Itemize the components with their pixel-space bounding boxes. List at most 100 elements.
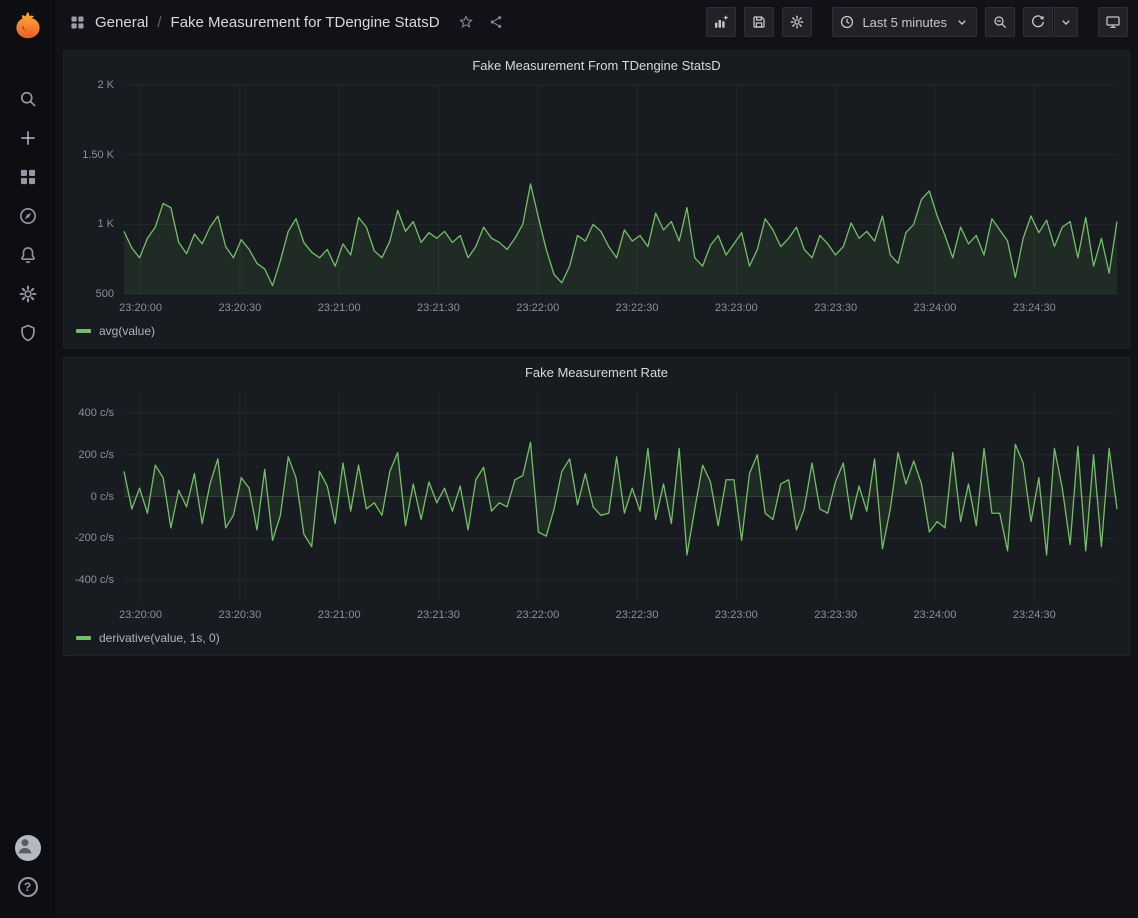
server-admin-shield-icon (18, 323, 38, 343)
x-tick-label: 23:24:30 (1013, 609, 1056, 621)
sidebar-item-profile[interactable] (0, 828, 55, 867)
configuration-gear-icon (18, 284, 38, 304)
time-range-label: Last 5 minutes (862, 15, 947, 30)
sidebar-item-server-admin[interactable] (0, 313, 55, 352)
panel-title: Fake Measurement Rate (525, 365, 668, 380)
y-tick-label: -400 c/s (75, 574, 114, 586)
dashboard-settings-button[interactable] (782, 7, 812, 37)
legend-series-label[interactable]: derivative(value, 1s, 0) (99, 631, 220, 645)
sidebar-item-alerting[interactable] (0, 235, 55, 274)
search-minus-icon (992, 14, 1008, 30)
x-tick-label: 23:21:30 (417, 302, 460, 314)
x-tick-label: 23:24:00 (914, 609, 957, 621)
x-tick-label: 23:22:30 (616, 302, 659, 314)
x-tick-label: 23:22:00 (516, 302, 559, 314)
x-tick-label: 23:24:30 (1013, 302, 1056, 314)
y-axis: 5001 K1.50 K2 K (68, 85, 120, 294)
help-icon: ? (18, 877, 38, 897)
clock-icon (839, 14, 855, 30)
cycle-view-mode-button[interactable] (1098, 7, 1128, 37)
breadcrumb-separator: / (157, 14, 161, 31)
apps-icon (69, 14, 86, 31)
navbar-actions: Last 5 minutes (706, 7, 1128, 37)
x-tick-label: 23:23:30 (814, 609, 857, 621)
x-axis: 23:20:0023:20:3023:21:0023:21:3023:22:00… (124, 605, 1117, 625)
panel-header[interactable]: Fake Measurement Rate (64, 358, 1129, 386)
dashboard-settings-gear-icon (789, 14, 805, 30)
sidebar-item-help[interactable]: ? (0, 867, 55, 906)
sidebar-item-explore[interactable] (0, 196, 55, 235)
sidebar-menu (0, 79, 55, 352)
x-tick-label: 23:20:00 (119, 609, 162, 621)
dashboards-icon (18, 167, 38, 187)
monitor-icon (1105, 14, 1121, 30)
user-avatar-icon (15, 835, 41, 861)
x-tick-label: 23:21:00 (318, 609, 361, 621)
legend-series-label[interactable]: avg(value) (99, 324, 155, 338)
legend-series-swatch[interactable] (76, 329, 91, 333)
dashboard-title[interactable]: Fake Measurement for TDengine StatsD (171, 14, 440, 31)
chevron-down-icon (1058, 14, 1074, 30)
y-tick-label: 2 K (97, 79, 114, 91)
legend: derivative(value, 1s, 0) (64, 627, 1129, 649)
x-tick-label: 23:23:00 (715, 302, 758, 314)
x-tick-label: 23:20:30 (218, 302, 261, 314)
x-tick-label: 23:21:00 (318, 302, 361, 314)
x-tick-label: 23:22:00 (516, 609, 559, 621)
top-navbar: General / Fake Measurement for TDengine … (55, 0, 1138, 44)
legend-series-swatch[interactable] (76, 636, 91, 640)
refresh-interval-dropdown[interactable] (1054, 7, 1078, 37)
main-area: General / Fake Measurement for TDengine … (55, 0, 1138, 918)
panel-add-icon (713, 14, 729, 30)
share-icon[interactable] (488, 14, 504, 30)
add-panel-button[interactable] (706, 7, 736, 37)
y-tick-label: 1 K (97, 218, 114, 230)
panel-fake-measurement-rate: Fake Measurement Rate -400 c/s -200 c/s 0 … (63, 357, 1130, 656)
sidebar: ? (0, 0, 55, 918)
x-tick-label: 23:22:30 (616, 609, 659, 621)
x-tick-label: 23:23:00 (715, 609, 758, 621)
grafana-logo[interactable] (11, 7, 45, 41)
x-tick-label: 23:23:30 (814, 302, 857, 314)
zoom-out-time-button[interactable] (985, 7, 1015, 37)
star-icon[interactable] (458, 14, 474, 30)
y-axis: -400 c/s -200 c/s 0 c/s 200 c/s 400 c/s (68, 392, 120, 601)
plot-area[interactable] (124, 392, 1117, 601)
x-axis: 23:20:0023:20:3023:21:0023:21:3023:22:00… (124, 298, 1117, 318)
y-tick-label: -200 c/s (75, 532, 114, 544)
breadcrumb: General / Fake Measurement for TDengine … (69, 14, 440, 31)
refresh-dashboard-button[interactable] (1023, 7, 1053, 37)
alerting-bell-icon (18, 245, 38, 265)
search-icon (18, 89, 38, 109)
x-tick-label: 23:21:30 (417, 609, 460, 621)
time-series-chart: -400 c/s -200 c/s 0 c/s 200 c/s 400 c/s 23:2… (64, 386, 1129, 627)
sidebar-item-configuration[interactable] (0, 274, 55, 313)
save-dashboard-icon (751, 14, 767, 30)
y-tick-label: 0 c/s (91, 491, 114, 503)
time-series-chart: 500 1 K 1.50 K 2 K 23:20:00 23:20:30 23:21:00… (64, 79, 1129, 320)
sidebar-item-search[interactable] (0, 79, 55, 118)
panel-title: Fake Measurement From TDengine StatsD (472, 58, 720, 73)
y-tick-label: 200 c/s (79, 449, 114, 461)
y-tick-label: 400 c/s (79, 407, 114, 419)
y-tick-label: 1.50 K (82, 149, 114, 161)
dashboard-grid: Fake Measurement From TDengine StatsD 50… (55, 44, 1138, 918)
save-dashboard-button[interactable] (744, 7, 774, 37)
dashboard-title-actions (458, 14, 504, 30)
legend: avg(value) (64, 320, 1129, 342)
sidebar-item-dashboards[interactable] (0, 157, 55, 196)
panel-header[interactable]: Fake Measurement From TDengine StatsD (64, 51, 1129, 79)
y-tick-label: 500 (96, 288, 114, 300)
time-range-picker[interactable]: Last 5 minutes (832, 7, 977, 37)
chevron-down-icon (954, 14, 970, 30)
plot-area[interactable] (124, 85, 1117, 294)
breadcrumb-folder[interactable]: General (95, 14, 148, 31)
x-tick-label: 23:20:00 (119, 302, 162, 314)
x-tick-label: 23:24:00 (914, 302, 957, 314)
sidebar-item-create[interactable] (0, 118, 55, 157)
refresh-button-group (1023, 7, 1078, 37)
explore-compass-icon (18, 206, 38, 226)
panel-fake-measurement: Fake Measurement From TDengine StatsD 50… (63, 50, 1130, 349)
plus-icon (18, 128, 38, 148)
refresh-icon (1030, 14, 1046, 30)
